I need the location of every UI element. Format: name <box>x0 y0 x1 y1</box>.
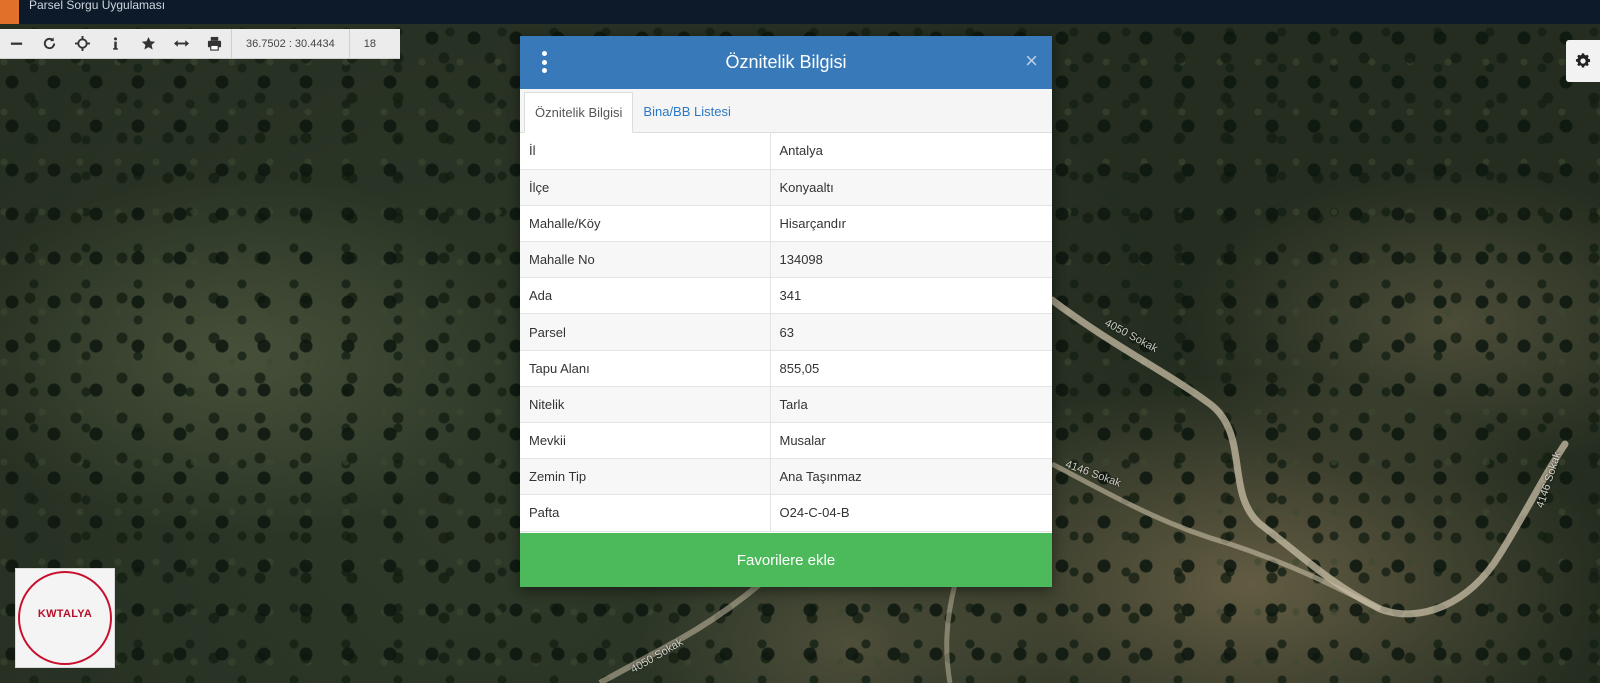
measure-icon[interactable] <box>165 29 198 59</box>
add-favorite-button[interactable]: Favorilere ekle <box>520 533 1052 587</box>
kebab-menu-icon[interactable] <box>540 51 548 73</box>
tab-building-list[interactable]: Bina/BB Listesi <box>633 91 740 132</box>
attribute-table: İl Antalya İlçe Konyaaltı Mahalle/Köy Hisarça… <box>520 133 1052 532</box>
logo-subtext <box>64 622 65 628</box>
app-title: Parsel Sorgu Uygulaması <box>29 0 166 12</box>
attribute-key: Zemin Tip <box>520 458 771 496</box>
refresh-icon[interactable] <box>33 29 66 59</box>
attribute-value: 63 <box>770 313 1052 351</box>
attribute-key: Pafta <box>520 494 771 532</box>
coordinate-readout: 36.7502 : 30.4434 <box>231 28 349 59</box>
app-header: Parsel Sorgu Uygulaması <box>0 0 1600 24</box>
attribute-key: Ada <box>520 277 771 315</box>
table-row: İl Antalya <box>520 133 1052 170</box>
table-row: Pafta O24-C-04-B <box>520 494 1052 532</box>
table-row: Mahalle No 134098 <box>520 241 1052 279</box>
brand-block <box>0 0 19 24</box>
attribute-key: Nitelik <box>520 386 771 424</box>
info-icon[interactable] <box>99 29 132 59</box>
table-row: Nitelik Tarla <box>520 386 1052 424</box>
attribute-value: Antalya <box>770 133 1052 170</box>
zoom-level: 18 <box>348 28 390 59</box>
dialog-header: Öznitelik Bilgisi × <box>520 36 1052 89</box>
attribute-value: Hisarçandır <box>770 205 1052 243</box>
table-row: Mahalle/Köy Hisarçandır <box>520 205 1052 243</box>
attribute-value: 855,05 <box>770 350 1052 387</box>
settings-button[interactable] <box>1566 40 1600 82</box>
attribute-value: Tarla <box>770 386 1052 424</box>
tab-attribute-info[interactable]: Öznitelik Bilgisi <box>524 92 634 133</box>
logo-ring: KWTALYA <box>18 571 112 665</box>
attribute-key: Tapu Alanı <box>520 350 771 387</box>
attribute-value: O24-C-04-B <box>770 494 1052 532</box>
table-row: İlçe Konyaaltı <box>520 169 1052 206</box>
attribute-key: İl <box>520 133 771 170</box>
attribute-key: Parsel <box>520 313 771 351</box>
attribute-value: 134098 <box>770 241 1052 279</box>
dialog-tabs: Öznitelik Bilgisi Bina/BB Listesi <box>520 89 1052 133</box>
attribute-key: Mevkii <box>520 422 771 460</box>
dialog-title: Öznitelik Bilgisi <box>725 52 847 72</box>
attribute-value: Musalar <box>770 422 1052 460</box>
attribute-key: İlçe <box>520 169 771 206</box>
locate-icon[interactable] <box>66 29 99 59</box>
table-row: Parsel 63 <box>520 313 1052 351</box>
attribute-key: Mahalle No <box>520 241 771 279</box>
gear-icon <box>1575 53 1591 68</box>
attribute-key: Mahalle/Köy <box>520 205 771 243</box>
attribute-value: Konyaaltı <box>770 169 1052 206</box>
table-row: Zemin Tip Ana Taşınmaz <box>520 458 1052 496</box>
favorite-star-icon[interactable] <box>132 29 165 59</box>
table-row: Tapu Alanı 855,05 <box>520 350 1052 387</box>
map-toolbar: 36.7502 : 30.4434 18 <box>0 28 400 59</box>
zoom-out-icon[interactable] <box>0 29 33 59</box>
logo-text: KWTALYA <box>37 608 93 620</box>
print-icon[interactable] <box>198 29 231 59</box>
table-row: Ada 341 <box>520 277 1052 315</box>
attribute-value: 341 <box>770 277 1052 315</box>
attribute-info-dialog: Öznitelik Bilgisi × Öznitelik Bilgisi Bi… <box>520 36 1052 587</box>
attribute-value: Ana Taşınmaz <box>770 458 1052 496</box>
company-logo: KWTALYA <box>15 568 115 668</box>
close-icon[interactable]: × <box>1025 48 1038 74</box>
table-row: Mevkii Musalar <box>520 422 1052 460</box>
